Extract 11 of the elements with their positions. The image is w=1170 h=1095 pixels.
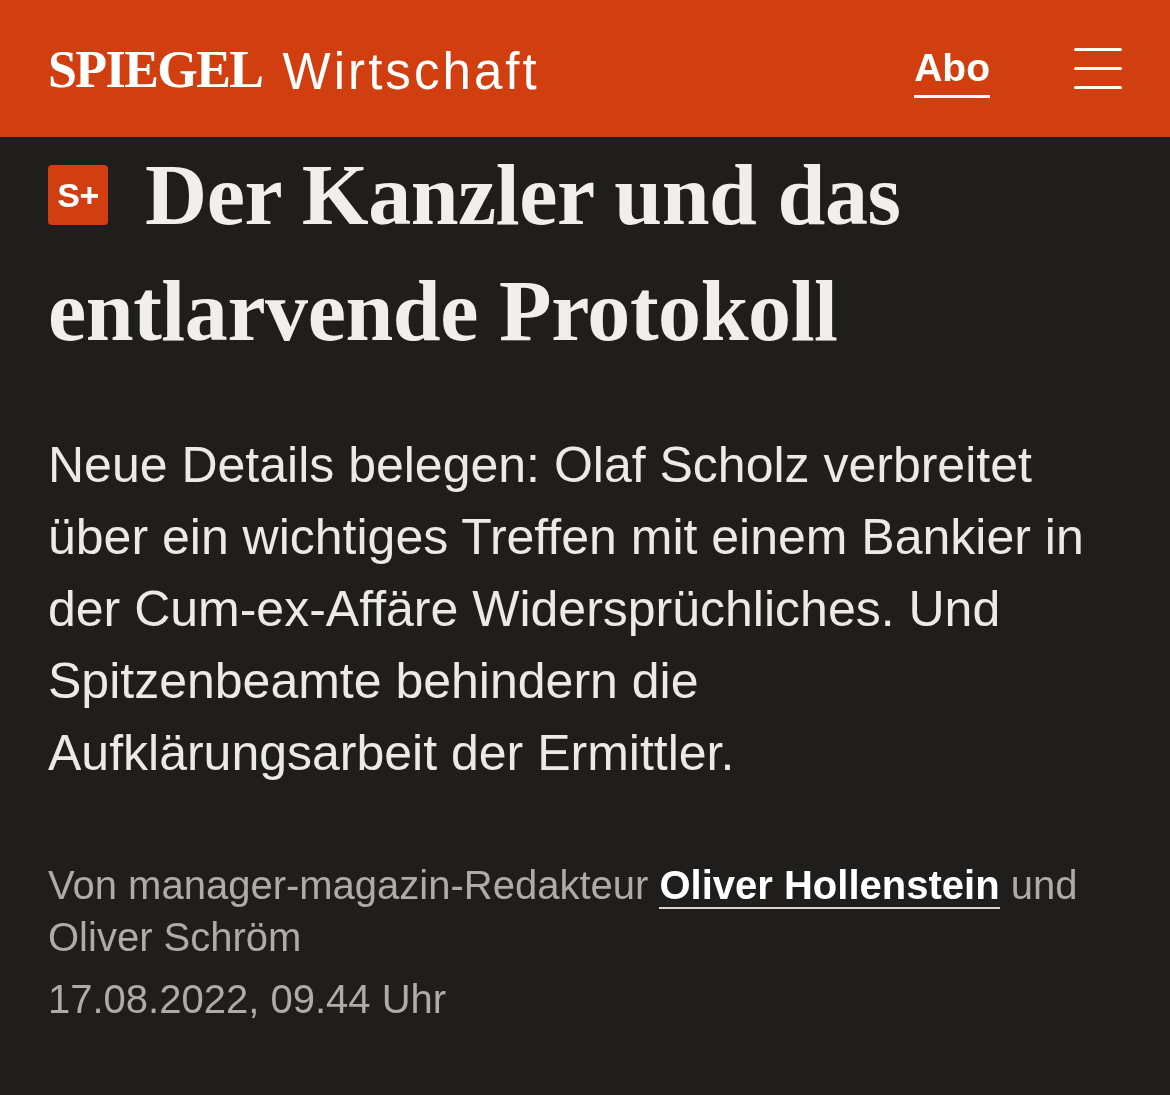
article-headline: entlarvende Protokoll	[48, 262, 838, 361]
logo[interactable]: SPIEGEL	[48, 43, 263, 96]
author-link[interactable]: Oliver Hollenstein	[659, 863, 1000, 909]
subscribe-link[interactable]: Abo	[914, 47, 990, 98]
article-headline: Der Kanzler und das	[145, 146, 901, 245]
subscription-badge: S+	[48, 165, 108, 225]
article-lede: Neue Details belegen: Olaf Scholz verbreitet über ein wichtiges Treffen mit einem Bankier in der Cum-ex-Affäre Widersprüchliches. Und Spitzenbeamte behindern die Aufklärungsarbeit der Ermittler.	[48, 436, 1085, 783]
section-title[interactable]: Wirtschaft	[282, 46, 540, 97]
publish-date: 17.08.2022, 09.44 Uhr	[48, 976, 448, 1023]
byline: Von manager-magazin-Redakteur Oliver Hollenstein und Oliver Schröm	[48, 862, 1079, 961]
menu-icon[interactable]	[1074, 48, 1122, 89]
